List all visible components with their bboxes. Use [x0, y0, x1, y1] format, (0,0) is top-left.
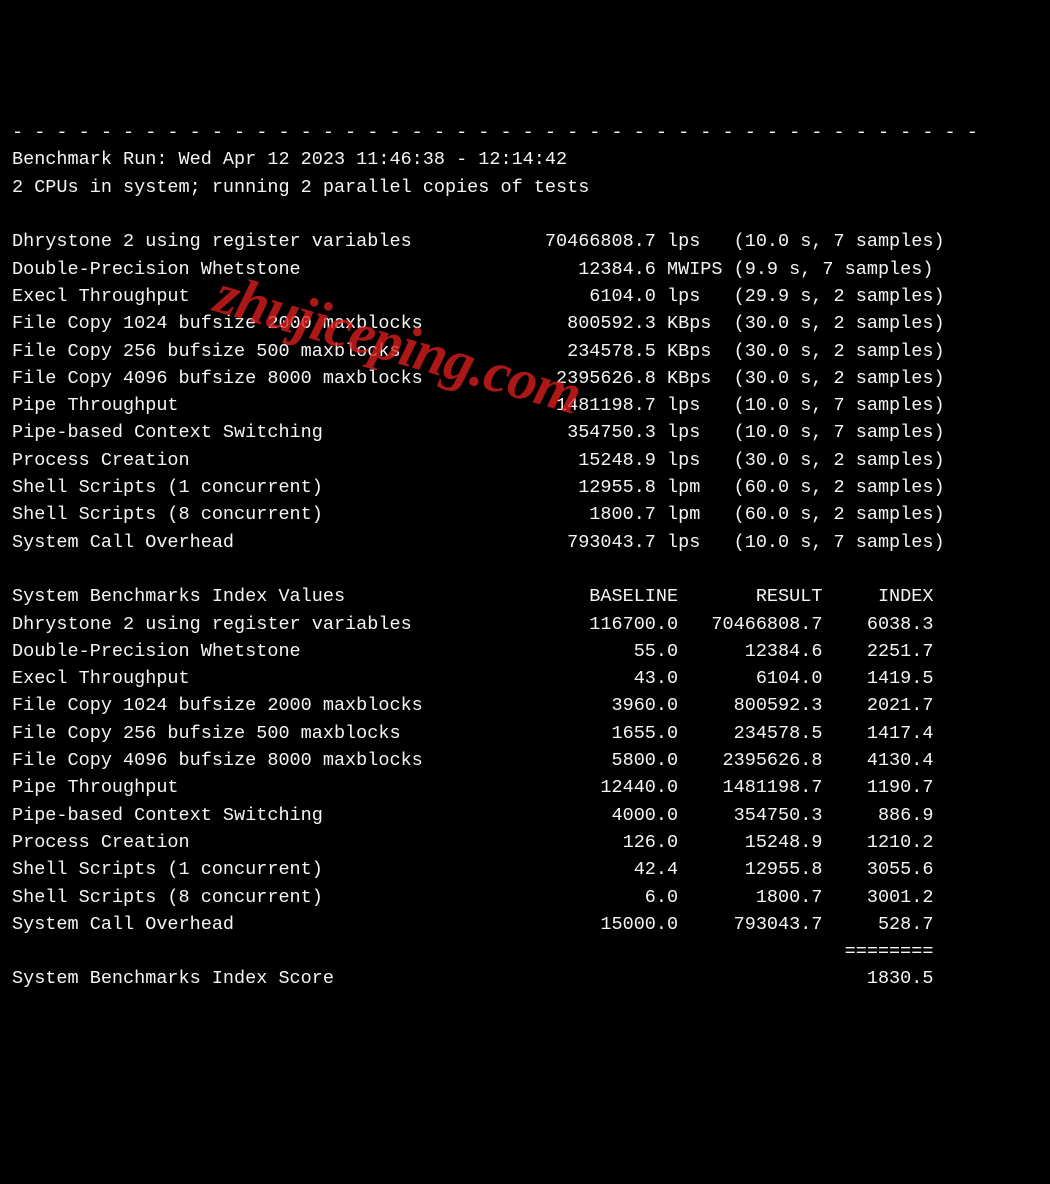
- terminal-output: - - - - - - - - - - - - - - - - - - - - …: [12, 119, 1038, 993]
